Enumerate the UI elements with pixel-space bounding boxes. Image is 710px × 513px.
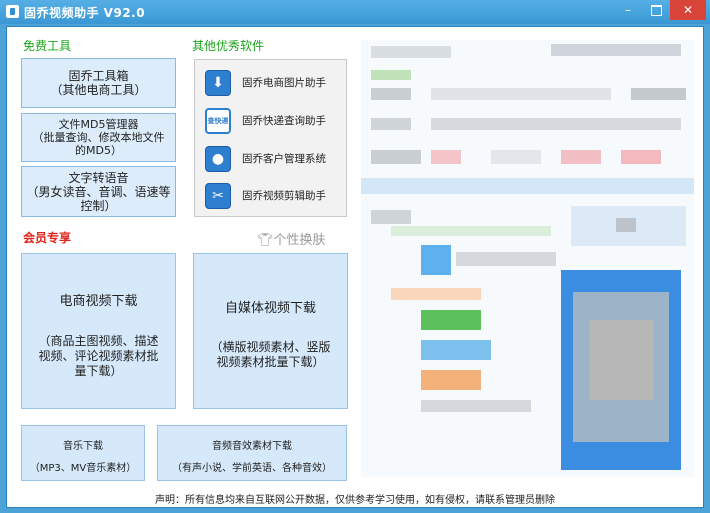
text-to-speech-button[interactable]: 文字转语音 （男女读音、音调、语速等 控制）: [21, 166, 176, 217]
media-video-subtitle: （横版视频素材、竖版 视频素材批量下载）: [210, 340, 331, 369]
preview-block: [551, 44, 681, 56]
download-icon: ⬇: [205, 70, 231, 96]
preview-block: [456, 252, 556, 266]
customer-icon: ●: [205, 146, 231, 172]
preview-block: [491, 150, 541, 164]
member-heading: 会员专享: [23, 231, 72, 245]
preview-block: [431, 118, 681, 130]
text-to-speech-label: 文字转语音 （男女读音、音调、语速等 控制）: [26, 170, 171, 213]
express-helper-label: 固乔快递查询助手: [242, 115, 326, 127]
media-video-title: 自媒体视频下载: [224, 301, 316, 316]
other-software-panel: ⬇ 固乔电商图片助手 查快递 固乔快递查询助手 ● 固乔客户管理系统 ✂ 固乔视…: [194, 59, 347, 217]
preview-block: [391, 288, 481, 300]
preview-block: [421, 310, 481, 330]
preview-block: [361, 178, 694, 194]
toolbox-label: 固乔工具箱 （其他电商工具）: [50, 69, 147, 97]
preview-block: [431, 88, 611, 100]
preview-block: [421, 370, 481, 390]
customer-system-label: 固乔客户管理系统: [242, 153, 326, 165]
minimize-button[interactable]: –: [614, 0, 642, 20]
app-icon: [6, 5, 19, 18]
preview-block: [431, 150, 461, 164]
preview-block: [589, 320, 653, 400]
preview-block: [371, 88, 411, 100]
blurred-preview-image: [361, 40, 694, 477]
preview-block: [561, 150, 601, 164]
other-software-heading: 其他优秀软件: [192, 39, 265, 53]
disclaimer: 声明：所有信息均来自互联网公开数据，仅供参考学习使用，如有侵权，请联系管理员删除: [155, 495, 555, 506]
title-bar: 固乔视频助手 V92.0 – ✕: [0, 0, 710, 24]
skin-button[interactable]: 👕︎个性换肤: [257, 229, 326, 248]
image-helper-label: 固乔电商图片助手: [242, 77, 326, 89]
close-button[interactable]: ✕: [670, 0, 706, 20]
preview-block: [371, 150, 421, 164]
preview-block: [621, 150, 661, 164]
skin-label: 个性换肤: [273, 233, 326, 248]
md5-manager-label: 文件MD5管理器 （批量查询、修改本地文件 的MD5）: [32, 118, 165, 157]
free-tools-heading: 免费工具: [23, 39, 72, 53]
express-helper-link[interactable]: 查快递 固乔快递查询助手: [195, 106, 346, 136]
preview-block: [616, 218, 636, 232]
customer-system-link[interactable]: ● 固乔客户管理系统: [195, 144, 346, 174]
ecommerce-video-download-button[interactable]: 电商视频下载 （商品主图视频、描述 视频、评论视频素材批 量下载）: [21, 253, 176, 409]
preview-block: [421, 245, 451, 275]
toolbox-button[interactable]: 固乔工具箱 （其他电商工具）: [21, 58, 176, 108]
maximize-button[interactable]: [642, 0, 670, 20]
preview-block: [421, 400, 531, 412]
image-helper-link[interactable]: ⬇ 固乔电商图片助手: [195, 68, 346, 98]
audio-subtitle: （有声小说、学前英语、各种音效）: [172, 463, 332, 474]
main-panel: 免费工具 其他优秀软件 固乔工具箱 （其他电商工具） 文件MD5管理器 （批量查…: [6, 26, 704, 508]
preview-block: [371, 46, 451, 58]
audio-title: 音频音效素材下载: [212, 441, 292, 452]
video-editor-link[interactable]: ✂ 固乔视频剪辑助手: [195, 181, 346, 211]
video-editor-label: 固乔视频剪辑助手: [242, 190, 326, 202]
preview-block: [371, 118, 411, 130]
express-search-icon: 查快递: [205, 108, 231, 134]
music-download-button[interactable]: 音乐下载 （MP3、MV音乐素材）: [21, 425, 145, 481]
preview-block: [631, 88, 686, 100]
media-video-download-button[interactable]: 自媒体视频下载 （横版视频素材、竖版 视频素材批量下载）: [193, 253, 348, 409]
preview-block: [371, 210, 411, 224]
music-subtitle: （MP3、MV音乐素材）: [29, 463, 137, 474]
ecommerce-video-subtitle: （商品主图视频、描述 视频、评论视频素材批 量下载）: [38, 334, 159, 378]
preview-block: [371, 70, 411, 80]
scissors-icon: ✂: [205, 183, 231, 209]
ecommerce-video-title: 电商视频下载: [59, 294, 138, 309]
audio-download-button[interactable]: 音频音效素材下载 （有声小说、学前英语、各种音效）: [157, 425, 347, 481]
md5-manager-button[interactable]: 文件MD5管理器 （批量查询、修改本地文件 的MD5）: [21, 113, 176, 162]
preview-block: [391, 226, 551, 236]
window-title: 固乔视频助手 V92.0: [24, 6, 146, 20]
music-title: 音乐下载: [63, 441, 103, 452]
shirt-icon: 👕︎: [257, 233, 274, 248]
preview-block: [421, 340, 491, 360]
